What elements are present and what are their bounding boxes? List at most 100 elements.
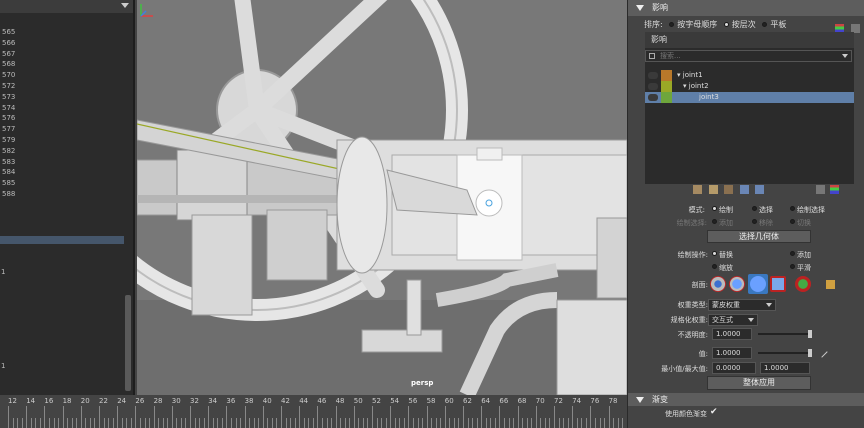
outliner-item[interactable]: 1: [1, 268, 5, 276]
outliner-item[interactable]: 574: [0, 103, 125, 114]
timeline-tick: [599, 418, 601, 428]
paint-op-add-radio[interactable]: [790, 251, 795, 256]
outliner-item[interactable]: 582: [0, 146, 125, 157]
chevron-down-icon[interactable]: [121, 3, 129, 8]
outliner-item[interactable]: 570: [0, 70, 125, 81]
outliner-panel: 565 566 567 568 570 572 573 574 576 577 579 582 583 5…: [0, 0, 135, 395]
max-value-field[interactable]: 1.0000: [760, 362, 810, 374]
joint-color-swatch[interactable]: [661, 70, 672, 81]
copy-icon[interactable]: [708, 185, 718, 194]
search-bar[interactable]: [645, 50, 852, 62]
timeline-tick: [417, 418, 419, 428]
opacity-slider-handle[interactable]: [808, 330, 812, 338]
joint-row[interactable]: ▾ joint1: [645, 70, 854, 81]
timeline-tick: [281, 406, 282, 428]
timeline-tick: [604, 418, 606, 428]
weight-type-select[interactable]: 蒙皮权重: [708, 299, 776, 311]
timeline[interactable]: 12 14 16 18 20 22 24 26 28 30 32 34 36 38 40 42 44 46 48 50…: [0, 395, 627, 428]
timeline-tick: [271, 418, 273, 428]
folder-icon[interactable]: [826, 280, 835, 289]
transfer-icon[interactable]: [755, 185, 765, 194]
brush-soft-icon[interactable]: [729, 276, 745, 292]
search-icon: [649, 53, 655, 59]
paint-op-replace-radio[interactable]: [712, 251, 717, 256]
value-slider-handle[interactable]: [808, 349, 812, 357]
checkbox-checked-icon[interactable]: ✔: [710, 407, 718, 417]
timeline-tick: [294, 418, 296, 428]
sort-radio-hierarchy[interactable]: [723, 22, 729, 27]
timeline-tick: [230, 418, 232, 428]
timeline-tick: [517, 406, 519, 428]
outliner-item[interactable]: 579: [0, 135, 125, 146]
opacity-field[interactable]: 1.0000: [712, 328, 752, 340]
mirror-icon[interactable]: [739, 185, 749, 194]
paint-select-remove-radio[interactable]: [752, 219, 757, 224]
select-geometry-button[interactable]: 选择几何体: [707, 230, 811, 243]
chevron-down-icon[interactable]: [842, 54, 848, 58]
search-input[interactable]: [660, 51, 830, 61]
outliner-item[interactable]: 576: [0, 113, 125, 124]
timeline-tick: [453, 418, 455, 428]
outliner-item[interactable]: 572: [0, 81, 125, 92]
outliner-item[interactable]: 585: [0, 178, 125, 189]
collapse-icon[interactable]: [636, 397, 644, 403]
outliner-selected-row[interactable]: [0, 236, 124, 244]
list-view-icon[interactable]: [816, 185, 825, 194]
section-header-influence[interactable]: 影响: [628, 0, 864, 16]
outliner-item[interactable]: 566: [0, 38, 125, 49]
visibility-icon[interactable]: [648, 72, 658, 79]
visibility-icon[interactable]: [648, 83, 658, 90]
mode-radio-paint[interactable]: [712, 206, 717, 211]
timeline-tick: [35, 418, 37, 428]
joint-row[interactable]: ▾ joint2: [645, 81, 854, 92]
sort-radio-flat[interactable]: [762, 22, 768, 27]
mode-option: 选择: [759, 206, 773, 214]
outliner-header[interactable]: [0, 0, 133, 13]
outliner-item[interactable]: 567: [0, 49, 125, 60]
outliner-item[interactable]: 584: [0, 167, 125, 178]
joint-row-selected[interactable]: joint3: [645, 92, 854, 103]
joint-color-swatch[interactable]: [661, 92, 672, 103]
outliner-item[interactable]: 1: [1, 362, 5, 370]
outliner-item[interactable]: 573: [0, 92, 125, 103]
brush-gaussian-icon[interactable]: [710, 276, 726, 292]
flood-button[interactable]: 整体应用: [707, 376, 811, 390]
normalize-select[interactable]: 交互式: [708, 314, 758, 326]
mode-radio-select[interactable]: [752, 206, 757, 211]
visibility-icon[interactable]: [648, 94, 658, 101]
sort-radio-alpha[interactable]: [669, 22, 675, 27]
timeline-tick: [117, 406, 119, 428]
paint-op-scale-radio[interactable]: [712, 264, 717, 269]
min-value-field[interactable]: 0.0000: [712, 362, 756, 374]
outliner-item[interactable]: 565: [0, 27, 125, 38]
timeline-tick: [221, 418, 223, 428]
collapse-icon[interactable]: [636, 5, 644, 11]
outliner-scrollbar[interactable]: [125, 15, 131, 393]
paint-select-option: 添加: [719, 219, 733, 227]
mode-radio-paint-select[interactable]: [790, 206, 795, 211]
add-influence-icon[interactable]: [693, 185, 702, 194]
value-slider[interactable]: [758, 352, 812, 354]
scrollbar-thumb[interactable]: [125, 295, 131, 391]
outliner-item[interactable]: 583: [0, 157, 125, 168]
outliner-item[interactable]: 568: [0, 59, 125, 70]
timeline-tick-label: 72: [554, 397, 563, 405]
brush-square-icon[interactable]: [770, 276, 786, 292]
timeline-tick: [394, 418, 396, 428]
paint-select-add-radio[interactable]: [712, 219, 717, 224]
outliner-item[interactable]: 577: [0, 124, 125, 135]
color-list-icon[interactable]: [830, 185, 839, 194]
paint-select-toggle-radio[interactable]: [790, 219, 795, 224]
paint-op-smooth-radio[interactable]: [790, 264, 795, 269]
hold-icon[interactable]: [724, 185, 734, 194]
timeline-tick: [162, 418, 164, 428]
joint-color-swatch[interactable]: [661, 81, 672, 92]
outliner-item[interactable]: 588: [0, 189, 125, 200]
opacity-slider[interactable]: [758, 333, 812, 335]
sort-label: 排序:: [644, 20, 663, 29]
brush-image-icon[interactable]: [795, 276, 811, 292]
value-field[interactable]: 1.0000: [712, 347, 752, 359]
3d-viewport[interactable]: persp: [137, 0, 627, 395]
section-header-gradient[interactable]: 渐变: [628, 393, 864, 406]
timeline-tick: [121, 418, 123, 428]
